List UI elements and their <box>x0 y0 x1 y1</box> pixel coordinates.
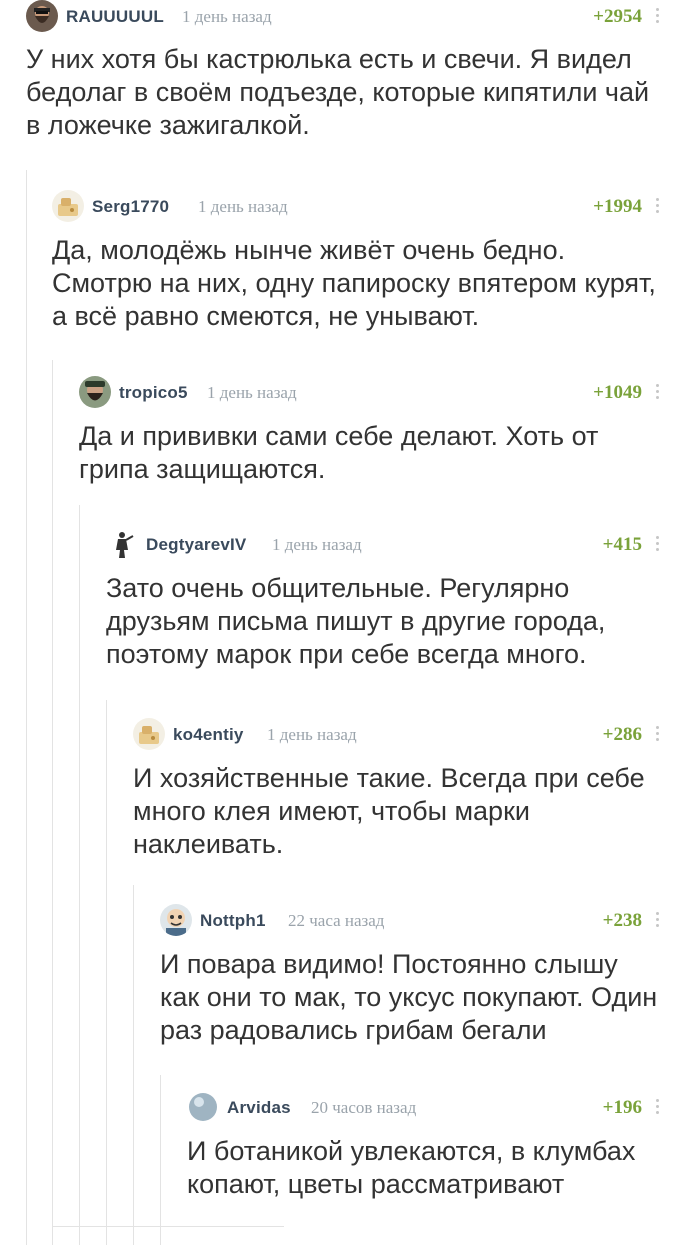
comment-rating: +196 <box>602 1097 642 1118</box>
more-options-icon[interactable] <box>654 384 660 402</box>
comment: Serg1770 1 день назад +1994 Да, молодёжь… <box>52 190 660 333</box>
comment-header: Arvidas 20 часов назад +196 <box>187 1091 660 1125</box>
more-options-icon[interactable] <box>654 726 660 744</box>
author-name[interactable]: ko4entiy <box>173 725 244 745</box>
comment-text: И повара видимо! Постоянно слышу как они… <box>160 949 658 1045</box>
thread-line-4 <box>106 700 107 1245</box>
default-avatar-icon[interactable] <box>52 190 84 222</box>
author-name[interactable]: Nottph1 <box>200 911 266 931</box>
comment-rating: +2954 <box>593 6 642 27</box>
sphere-avatar-icon[interactable] <box>187 1091 219 1123</box>
comment-text: Да, молодёжь нынче живёт очень бедно. См… <box>52 235 656 331</box>
comment: Nottph1 22 часа назад +238 И повара види… <box>160 904 660 1047</box>
comment: ko4entiy 1 день назад +286 И хозяйственн… <box>133 718 660 861</box>
more-options-icon[interactable] <box>654 536 660 554</box>
comment-text: И хозяйственные такие. Всегда при себе м… <box>133 763 645 859</box>
author-name[interactable]: RAUUUUUL <box>66 7 164 27</box>
thread-line-6 <box>160 1075 161 1245</box>
comment-rating: +1049 <box>593 382 642 403</box>
comment-time: 20 часов назад <box>311 1098 417 1117</box>
comment-time: 1 день назад <box>182 7 272 26</box>
comment-header: DegtyarevIV 1 день назад +415 <box>106 528 660 562</box>
comment: RAUUUUUL 1 день назад +2954 У них хотя б… <box>26 0 660 142</box>
figure-avatar-icon[interactable] <box>106 528 138 560</box>
comment-header: RAUUUUUL 1 день назад +2954 <box>26 0 660 34</box>
comment-rating: +415 <box>602 534 642 555</box>
author-name[interactable]: Arvidas <box>227 1098 291 1118</box>
comment-time: 1 день назад <box>272 535 362 554</box>
author-name[interactable]: Serg1770 <box>92 197 169 217</box>
more-options-icon[interactable] <box>654 912 660 930</box>
author-name[interactable]: DegtyarevIV <box>146 535 246 555</box>
thread-line-1 <box>26 170 27 1245</box>
comment: Arvidas 20 часов назад +196 И ботаникой … <box>187 1091 660 1201</box>
bearded-man-avatar-icon[interactable] <box>26 0 58 32</box>
comment-header: Nottph1 22 часа назад +238 <box>160 904 660 938</box>
comment: tropico5 1 день назад +1049 Да и прививк… <box>79 376 660 486</box>
cartoon-avatar-icon[interactable] <box>160 904 192 936</box>
comment-rating: +286 <box>602 724 642 745</box>
more-options-icon[interactable] <box>654 8 660 26</box>
more-options-icon[interactable] <box>654 1099 660 1117</box>
default-avatar-icon[interactable] <box>133 718 165 750</box>
comment-rating: +238 <box>602 910 642 931</box>
comment-text: Да и прививки сами себе делают. Хоть от … <box>79 421 599 484</box>
comment-time: 1 день назад <box>198 197 288 216</box>
thread-end-line <box>52 1226 284 1227</box>
comment-text: У них хотя бы кастрюлька есть и свечи. Я… <box>26 44 650 140</box>
comment-time: 1 день назад <box>207 383 297 402</box>
author-name[interactable]: tropico5 <box>119 383 188 403</box>
comment-header: tropico5 1 день назад +1049 <box>79 376 660 410</box>
comment-header: ko4entiy 1 день назад +286 <box>133 718 660 752</box>
bearded-man-avatar-icon[interactable] <box>79 376 111 408</box>
comment-time: 1 день назад <box>267 725 357 744</box>
comment-header: Serg1770 1 день назад +1994 <box>52 190 660 224</box>
thread-line-3 <box>79 505 80 1245</box>
comment: DegtyarevIV 1 день назад +415 Зато очень… <box>106 528 660 671</box>
thread-line-2 <box>52 360 53 1245</box>
more-options-icon[interactable] <box>654 198 660 216</box>
comment-time: 22 часа назад <box>288 911 385 930</box>
comment-text: И ботаникой увлекаются, в клумбах копают… <box>187 1136 636 1199</box>
thread-line-5 <box>133 885 134 1245</box>
comment-text: Зато очень общительные. Регулярно друзья… <box>106 573 606 669</box>
comment-rating: +1994 <box>593 196 642 217</box>
